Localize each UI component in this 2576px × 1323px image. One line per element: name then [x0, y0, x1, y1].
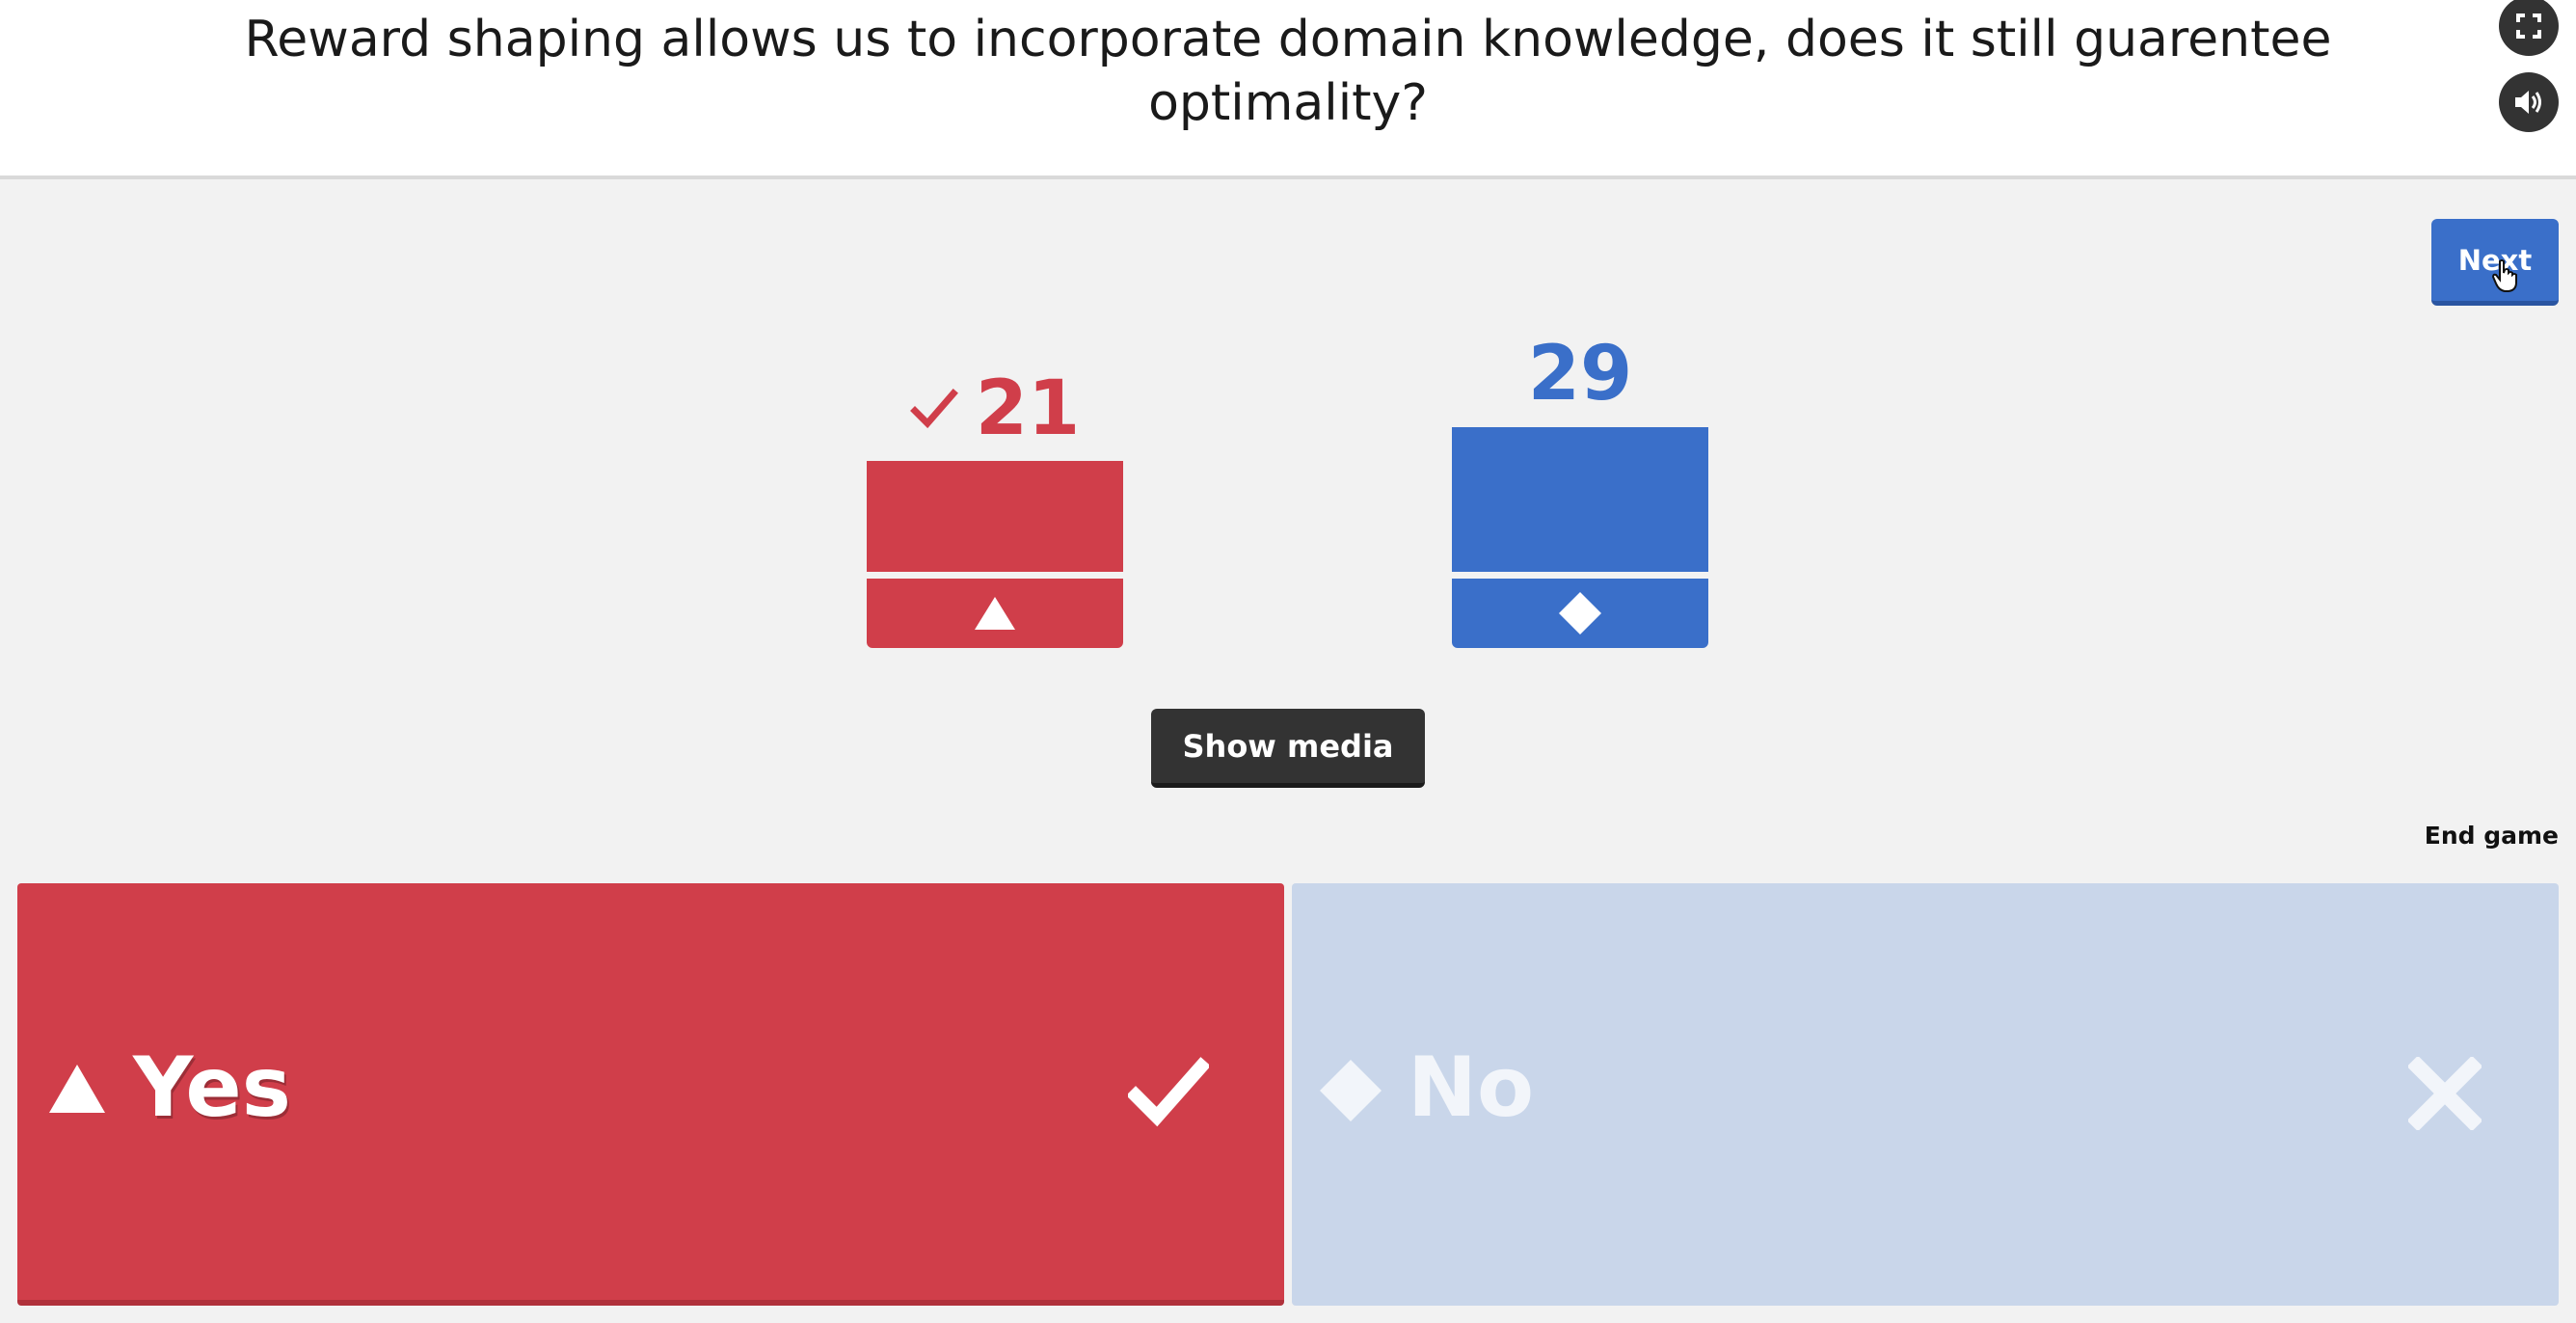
triangle-icon	[975, 597, 1015, 630]
bar-base-diamond	[1452, 579, 1708, 648]
hand-cursor-icon	[2491, 259, 2517, 292]
question-header: Reward shaping allows us to incorporate …	[0, 0, 2576, 179]
bar-diamond	[1452, 427, 1708, 572]
bar-base-triangle	[867, 579, 1123, 648]
count-row-triangle: 21	[867, 370, 1123, 447]
count-row-diamond: 29	[1452, 336, 1708, 413]
triangle-icon	[49, 1065, 105, 1113]
answer-tile-yes: Yes	[17, 883, 1284, 1306]
correct-check-icon	[1128, 1057, 1209, 1127]
incorrect-x-icon	[2408, 1057, 2482, 1130]
answer-label-yes: Yes	[133, 1040, 291, 1136]
result-column-triangle: 21	[867, 347, 1123, 648]
results-chart: 21 29	[867, 336, 1709, 648]
end-game-link[interactable]: End game	[2425, 822, 2559, 850]
diamond-icon	[1320, 1060, 1382, 1121]
checkmark-icon	[909, 389, 958, 429]
fullscreen-icon	[2516, 14, 2541, 39]
bar-triangle	[867, 461, 1123, 572]
count-triangle: 21	[975, 365, 1081, 452]
show-media-button[interactable]: Show media	[1151, 709, 1425, 788]
question-text: Reward shaping allows us to incorporate …	[244, 11, 2332, 132]
speaker-icon	[2515, 91, 2541, 114]
fullscreen-button[interactable]	[2499, 0, 2559, 56]
answer-label-no: No	[1408, 1040, 1535, 1136]
answer-tile-no: No	[1292, 883, 2559, 1306]
sound-button[interactable]	[2499, 72, 2559, 132]
count-diamond: 29	[1527, 331, 1633, 418]
result-column-diamond: 29	[1452, 336, 1708, 648]
diamond-icon	[1559, 592, 1601, 634]
